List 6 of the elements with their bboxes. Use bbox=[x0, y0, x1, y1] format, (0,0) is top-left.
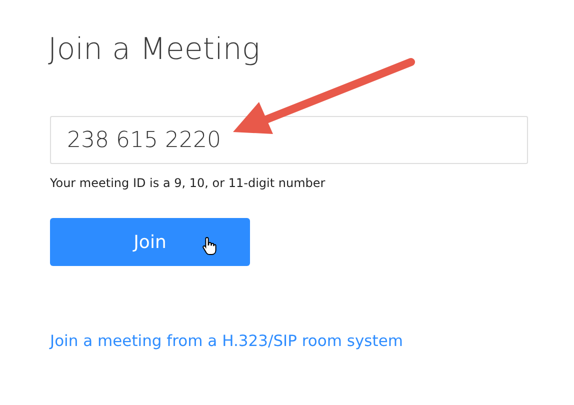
hint-text: Your meeting ID is a 9, 10, or 11-digit number bbox=[50, 175, 326, 192]
join-button[interactable]: Join bbox=[50, 218, 250, 266]
room-system-link[interactable]: Join a meeting from a H.323/SIP room system bbox=[50, 330, 403, 354]
page-title: Join a Meeting bbox=[48, 31, 261, 69]
hand-cursor-icon bbox=[202, 236, 218, 256]
meeting-id-field[interactable]: 238 615 2220 bbox=[50, 116, 528, 164]
